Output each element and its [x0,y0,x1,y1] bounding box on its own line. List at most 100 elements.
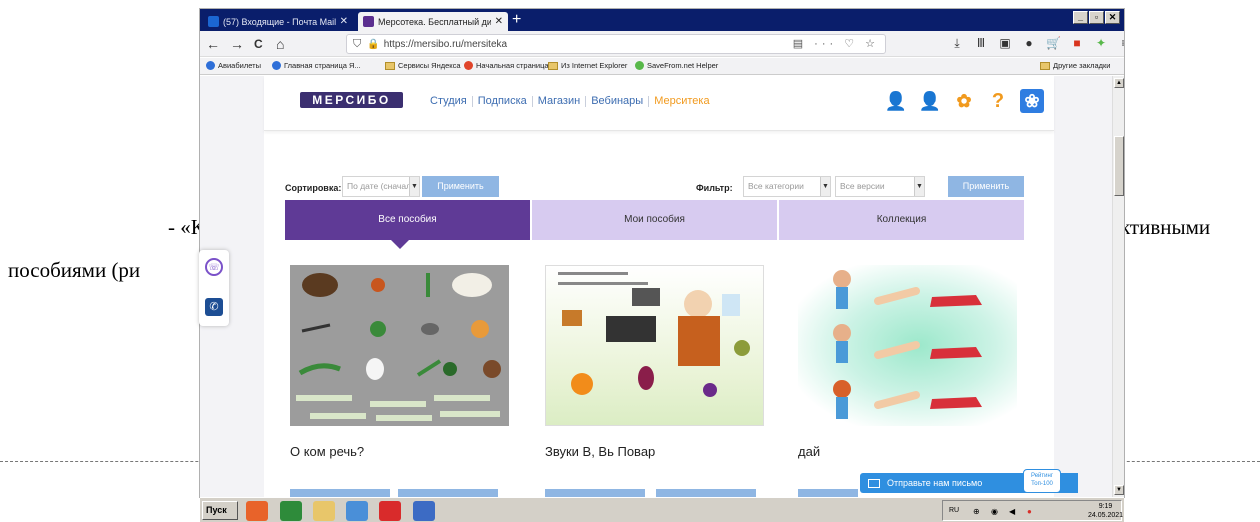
clock-date: 24.05.2021 [1088,512,1124,519]
tab-mersiteka[interactable]: Мерсотека. Бесплатный дидакт ✕ [358,12,508,31]
gear-icon[interactable]: ✿ [952,89,976,113]
downloads-icon[interactable]: ⤓ [950,35,964,51]
bookmark-folder[interactable]: Из Internet Explorer [548,61,627,70]
bookmark-label: Начальная страница [476,61,549,70]
yandex-icon [464,61,473,70]
aid-card-title[interactable]: Звуки В, Вь Повар [545,444,655,459]
tab-title: Мерсотека. Бесплатный дидакт [378,16,491,27]
card-action-button[interactable] [798,489,858,497]
rating-badge[interactable]: Рейтинг Топ-100 [1023,469,1061,493]
bookmark-item[interactable]: SaveFrom.net Helper [635,61,718,70]
extension-icon[interactable]: ● [1022,35,1036,51]
filter-apply-button[interactable]: Применить [948,176,1024,197]
chevron-down-icon: ▼ [914,177,924,196]
sort-apply-button[interactable]: Применить [422,176,499,197]
specialist-icon[interactable]: 👤 [884,89,908,113]
bookmark-label: Главная страница Я... [284,61,361,70]
word-taskbar-icon[interactable] [413,501,435,521]
lock-icon[interactable]: 🔒 [367,39,379,50]
minimize-button[interactable]: _ [1073,11,1088,24]
library-icon[interactable]: Ⅲ [974,35,988,51]
page-actions-icons[interactable]: ▤ ··· ♡ ☆ [793,37,879,50]
window-close-button[interactable]: ✕ [1105,11,1120,24]
menu-icon[interactable]: ≡ [1118,35,1124,51]
addon-icon[interactable]: ✦ [1094,35,1108,51]
sidebar-icon[interactable]: ▣ [998,35,1012,51]
start-button[interactable]: Пуск [202,501,238,520]
header-icons: 👤 👤 ✿ ? ❀ [884,89,1044,113]
network-icon[interactable]: ⊕ [973,507,980,516]
flower-icon[interactable]: ❀ [1020,89,1044,113]
sort-select[interactable]: По дате (сначала ▼ [342,176,420,197]
card-action-button[interactable] [545,489,645,497]
bookmark-item[interactable]: Авиабилеты [206,61,261,70]
bookmarks-bar: Авиабилеты Главная страница Я... Сервисы… [200,58,1124,75]
site-content: МЕРСИБО Студия Подписка Магазин Вебинары… [264,76,1054,497]
home-button[interactable]: ⌂ [276,35,284,53]
category-select[interactable]: Все категории ▼ [743,176,831,197]
forward-button[interactable]: → [230,35,244,53]
nav-subscription[interactable]: Подписка [471,96,532,107]
user-icon[interactable]: 👤 [918,89,942,113]
tab-title: (57) Входящие - Почта Mail.ru [223,16,336,27]
explorer-taskbar-icon[interactable] [313,501,335,521]
firefox-taskbar-icon[interactable] [246,501,268,521]
cart-icon[interactable]: 🛒 [1046,35,1061,51]
viber-icon[interactable]: ☏ [205,258,223,276]
scroll-thumb[interactable] [1114,136,1124,196]
nav-webinars[interactable]: Вебинары [585,96,648,107]
card-action-button[interactable] [656,489,756,497]
other-bookmarks-folder[interactable]: Другие закладки [1040,61,1110,70]
language-indicator[interactable]: RU [949,507,959,514]
back-button[interactable]: ← [206,35,220,53]
aid-card-thumbnail[interactable] [290,265,509,426]
url-bar[interactable]: ⛉ 🔒 https://mersibo.ru/mersiteka ▤ ··· ♡… [346,34,886,54]
notification-icon[interactable]: ■ [1070,35,1084,51]
shield-icon[interactable]: ⛉ [353,38,361,51]
tab-collection[interactable]: Коллекция [779,200,1024,240]
bookmark-item[interactable]: Главная страница Я... [272,61,361,70]
aid-card-thumbnail[interactable] [545,265,764,426]
card-action-button[interactable] [398,489,498,497]
bookmark-folder[interactable]: Сервисы Яндекса [385,61,461,70]
antivirus-icon[interactable]: ◉ [991,507,998,516]
nav-shop[interactable]: Магазин [531,96,585,107]
new-tab-button[interactable]: + [512,11,521,29]
clock[interactable]: 9:19 24.05.2021 [1088,502,1123,520]
update-icon[interactable]: ● [1027,507,1032,516]
bookmark-label: Другие закладки [1053,61,1111,70]
bookmark-label: SaveFrom.net Helper [647,61,719,70]
close-icon[interactable]: ✕ [340,16,348,27]
scroll-up-button[interactable]: ▲ [1114,78,1124,88]
volume-icon[interactable]: ◀ [1009,507,1015,516]
savefrom-icon [635,61,644,70]
chrome-taskbar-icon[interactable] [280,501,302,521]
scroll-down-button[interactable]: ▼ [1114,485,1124,495]
nav-mersiteka[interactable]: Мерситека [648,96,714,107]
url-text[interactable]: https://mersibo.ru/mersiteka [384,39,507,50]
bookmark-item[interactable]: Начальная страница [464,61,549,70]
version-select[interactable]: Все версии ▼ [835,176,925,197]
aid-card-title[interactable]: О ком речь? [290,444,364,459]
aid-card-thumbnail[interactable] [798,265,1017,426]
tab-all-aids[interactable]: Все пособия [285,200,530,240]
cook-illustration [558,272,750,397]
close-icon[interactable]: ✕ [495,16,503,27]
tab-my-aids[interactable]: Мои пособия [532,200,777,240]
phone-icon[interactable]: ✆ [205,298,223,316]
aid-card-title[interactable]: дай [798,444,820,459]
tab-mail[interactable]: (57) Входящие - Почта Mail.ru ✕ [203,12,353,31]
help-icon[interactable]: ? [986,89,1010,113]
yandex-taskbar-icon[interactable] [379,501,401,521]
navigation-bar: ← → C ⌂ ⛉ 🔒 https://mersibo.ru/mersiteka… [200,31,1124,57]
site-logo[interactable]: МЕРСИБО [300,92,403,108]
media-taskbar-icon[interactable] [346,501,368,521]
nav-studio[interactable]: Студия [430,96,472,107]
toolbar-icons: ⤓ Ⅲ ▣ ● 🛒 ■ ✦ ≡ [950,35,1124,51]
site-header: МЕРСИБО Студия Подписка Магазин Вебинары… [264,76,1054,131]
card-action-button[interactable] [290,489,390,497]
reload-button[interactable]: C [254,35,263,53]
category-value: Все категории [748,181,804,191]
page-scrollbar[interactable]: ▲ ▼ [1112,76,1124,497]
maximize-button[interactable]: ▫ [1089,11,1104,24]
